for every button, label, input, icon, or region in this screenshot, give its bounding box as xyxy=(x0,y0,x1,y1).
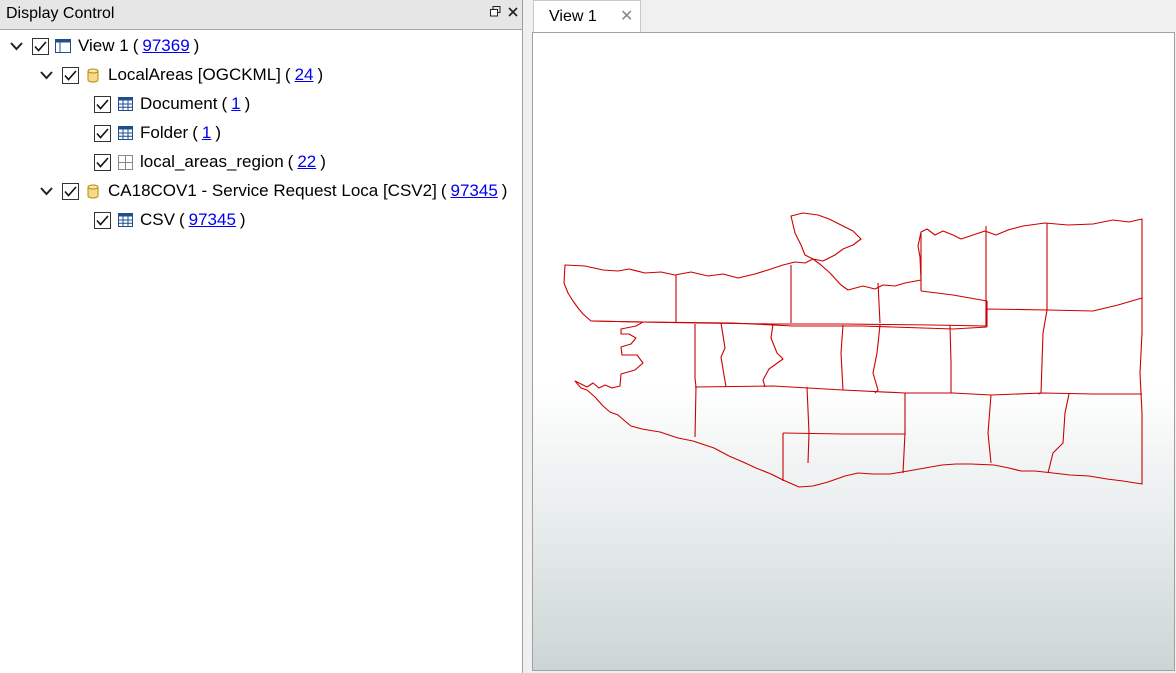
paren-close: ) xyxy=(193,36,200,55)
district-boundary xyxy=(1047,393,1070,474)
district-boundary xyxy=(840,324,844,391)
feature-count-link[interactable]: 24 xyxy=(295,65,314,85)
tree-item-label: local_areas_region xyxy=(140,152,284,171)
tree-item-label: CA18COV1 - Service Request Loca [CSV2] xyxy=(108,181,437,200)
paren-open: ( xyxy=(440,181,447,200)
chevron-down-icon[interactable] xyxy=(36,70,56,80)
tab-close-icon[interactable]: ✕ xyxy=(620,6,633,26)
table-grid-icon xyxy=(117,212,133,228)
paren-open: ( xyxy=(287,152,294,171)
feature-count-link[interactable]: 97345 xyxy=(451,181,498,201)
chevron-down-icon[interactable] xyxy=(36,186,56,196)
tree-item-document[interactable]: Document ( 1 ) xyxy=(94,90,250,118)
paren-close: ) xyxy=(501,181,508,200)
tree-item-view-1[interactable]: View 1 ( 97369 ) xyxy=(6,32,199,60)
district-boundary xyxy=(872,324,881,394)
map-view[interactable] xyxy=(532,32,1175,671)
panel-header: Display Control xyxy=(0,0,522,30)
district-boundary xyxy=(782,431,906,435)
layer-checkbox[interactable] xyxy=(94,95,111,113)
panel-title: Display Control xyxy=(6,5,115,22)
tree-item-label: LocalAreas [OGCKML] xyxy=(108,65,281,84)
tree-item-ca18cov1[interactable]: CA18COV1 - Service Request Loca [CSV2] (… xyxy=(36,177,507,205)
feature-count-link[interactable]: 1 xyxy=(202,123,211,143)
tree-item-local-areas-region[interactable]: local_areas_region ( 22 ) xyxy=(94,148,326,176)
city-outline xyxy=(563,218,1143,488)
tree-item-label: Folder xyxy=(140,123,189,142)
paren-open: ( xyxy=(178,210,185,229)
feature-count-link[interactable]: 22 xyxy=(297,152,316,172)
view-window-icon xyxy=(55,38,71,54)
view-tab-bar: View 1 ✕ xyxy=(525,0,1176,32)
tree-item-label: Document xyxy=(140,94,218,113)
local-areas-map xyxy=(563,212,1143,488)
table-grid-icon xyxy=(117,96,133,112)
district-boundary xyxy=(694,324,697,438)
district-boundary xyxy=(949,324,952,393)
layer-checkbox[interactable] xyxy=(32,37,49,55)
paren-open: ( xyxy=(284,65,291,84)
database-icon xyxy=(85,67,101,83)
tab-view-1[interactable]: View 1 ✕ xyxy=(533,0,641,32)
district-boundary xyxy=(985,297,1143,326)
database-icon xyxy=(85,183,101,199)
restore-icon[interactable] xyxy=(490,5,501,20)
layer-checkbox[interactable] xyxy=(62,182,79,200)
layer-checkbox[interactable] xyxy=(94,124,111,142)
chevron-down-icon[interactable] xyxy=(6,41,26,51)
paren-close: ) xyxy=(215,123,221,142)
district-boundary xyxy=(920,290,988,327)
paren-close: ) xyxy=(317,65,324,84)
close-icon[interactable] xyxy=(508,5,518,20)
district-boundary xyxy=(720,322,727,388)
tree-item-label: CSV xyxy=(140,210,175,229)
feature-count-link[interactable]: 97345 xyxy=(189,210,236,230)
tree-item-label: View 1 xyxy=(78,36,129,55)
table-grid-icon xyxy=(117,125,133,141)
district-boundary xyxy=(902,393,906,474)
district-boundary xyxy=(1037,223,1048,395)
tree-item-localareas[interactable]: LocalAreas [OGCKML] ( 24 ) xyxy=(36,61,323,89)
layer-checkbox[interactable] xyxy=(94,153,111,171)
paren-open: ( xyxy=(132,36,139,55)
paren-open: ( xyxy=(221,94,228,113)
layer-checkbox[interactable] xyxy=(94,211,111,229)
tab-label: View 1 xyxy=(549,8,597,25)
district-boundary xyxy=(877,282,881,324)
paren-open: ( xyxy=(192,123,198,142)
display-control-panel: Display Control View 1 ( 97369 ) LocalAr… xyxy=(0,0,523,673)
layer-checkbox[interactable] xyxy=(62,66,79,84)
region-boundaries xyxy=(563,212,1143,488)
paren-close: ) xyxy=(239,210,246,229)
paren-close: ) xyxy=(244,94,251,113)
feature-count-link[interactable]: 97369 xyxy=(142,36,189,56)
tree-item-folder[interactable]: Folder ( 1 ) xyxy=(94,119,221,147)
inlet-shoreline xyxy=(790,212,862,262)
paren-close: ) xyxy=(320,152,326,171)
feature-count-link[interactable]: 1 xyxy=(231,94,240,114)
district-boundary xyxy=(806,386,810,464)
tree-item-csv[interactable]: CSV ( 97345 ) xyxy=(94,206,246,234)
district-boundary xyxy=(987,394,992,464)
district-boundary xyxy=(762,323,784,388)
region-grid-icon xyxy=(117,154,133,170)
district-boundary xyxy=(694,385,1142,396)
